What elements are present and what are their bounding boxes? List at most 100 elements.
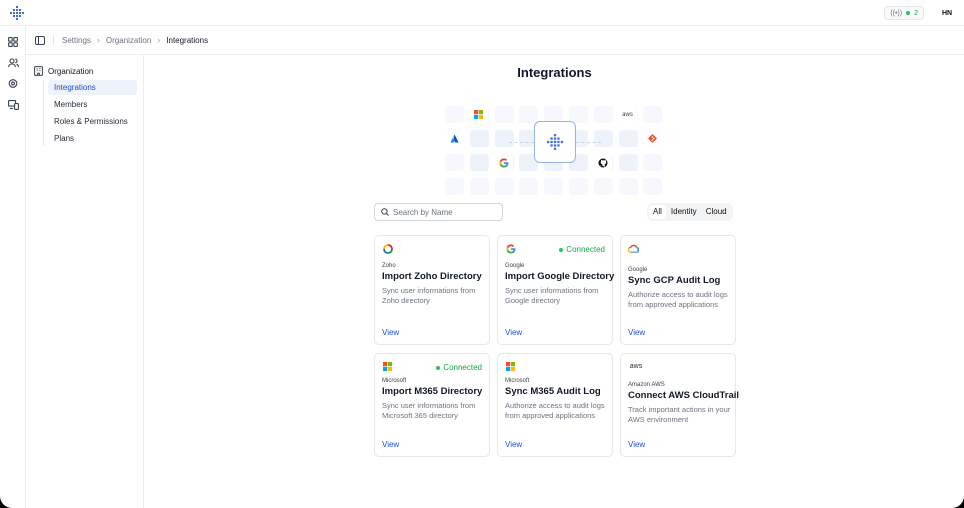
integration-card-aws-cloudtrail[interactable]: aws Amazon AWS Connect AWS CloudTrail Tr… bbox=[620, 353, 740, 457]
card-description: Authorize access to audit logs from appr… bbox=[628, 290, 728, 309]
hero-grid-tile bbox=[618, 178, 638, 195]
status-count: 2 bbox=[914, 9, 918, 17]
hero-grid-tile bbox=[593, 106, 613, 123]
card-title: Import Zoho Directory bbox=[382, 271, 482, 282]
view-link[interactable]: View bbox=[628, 440, 645, 449]
connected-label: Connected bbox=[443, 363, 482, 372]
chevron-right-icon: › bbox=[96, 35, 100, 45]
card-description: Sync user informations from Zoho directo… bbox=[382, 286, 476, 305]
integration-card-google-directory[interactable]: Connected Google Import Google Directory… bbox=[497, 235, 615, 345]
github-icon bbox=[593, 154, 612, 171]
aws-icon: aws bbox=[618, 106, 637, 123]
online-dot-icon bbox=[906, 11, 911, 15]
hero-grid-tile bbox=[593, 130, 613, 147]
hub-logo-icon bbox=[534, 121, 576, 163]
card-title: Import Google Directory bbox=[505, 271, 615, 282]
hero-grid-tile bbox=[519, 106, 539, 123]
building-icon bbox=[34, 66, 43, 76]
google-icon bbox=[494, 154, 513, 171]
connected-badge: Connected bbox=[436, 363, 482, 372]
page-title: Integrations bbox=[517, 65, 592, 80]
view-link[interactable]: View bbox=[382, 328, 399, 337]
google-icon bbox=[505, 243, 516, 254]
app-logo-icon[interactable] bbox=[10, 6, 24, 20]
filter-cloud[interactable]: Cloud bbox=[702, 205, 731, 219]
dashboard-icon[interactable] bbox=[7, 36, 19, 48]
card-title: Connect AWS CloudTrail bbox=[628, 390, 740, 401]
connected-label: Connected bbox=[566, 245, 605, 254]
view-link[interactable]: View bbox=[505, 328, 522, 337]
connector-line bbox=[576, 142, 601, 143]
search-icon bbox=[381, 208, 389, 216]
devices-icon[interactable] bbox=[7, 99, 19, 111]
sidebar-heading: Organization bbox=[34, 64, 137, 78]
card-vendor: Zoho bbox=[382, 263, 396, 269]
hero-grid-tile bbox=[643, 106, 663, 123]
connected-badge: Connected bbox=[559, 245, 605, 254]
card-title: Sync GCP Audit Log bbox=[628, 275, 721, 286]
connection-status-pill[interactable]: ((•)) 2 bbox=[884, 6, 924, 20]
view-link[interactable]: View bbox=[505, 440, 522, 449]
sidebar-item-members[interactable]: Members bbox=[48, 97, 137, 112]
app-window: ((•)) 2 HN Settings › Organization › Int… bbox=[0, 0, 964, 508]
card-title: Sync M365 Audit Log bbox=[505, 386, 601, 397]
sidebar-item-integrations[interactable]: Integrations bbox=[48, 80, 137, 95]
chevron-right-icon: › bbox=[157, 35, 161, 45]
hero-grid-tile bbox=[569, 178, 588, 195]
microsoft-icon bbox=[505, 361, 516, 372]
integration-card-m365-audit[interactable]: Microsoft Sync M365 Audit Log Authorize … bbox=[497, 353, 613, 457]
category-filter: All Identity Cloud bbox=[647, 203, 733, 221]
sidebar-list: Integrations Members Roles & Permissions… bbox=[43, 80, 137, 146]
hero-grid-tile bbox=[494, 106, 514, 123]
sidebar-item-roles-permissions[interactable]: Roles & Permissions bbox=[48, 114, 137, 129]
connected-dot-icon bbox=[559, 247, 564, 252]
sidebar-toggle-icon[interactable] bbox=[35, 35, 45, 45]
integration-card-m365-directory[interactable]: Connected Microsoft Import M365 Director… bbox=[374, 353, 490, 457]
hero-grid-tile bbox=[618, 154, 638, 171]
breadcrumb: Settings › Organization › Integrations bbox=[26, 26, 964, 55]
hero-grid-tile bbox=[494, 178, 514, 195]
hero-grid-tile bbox=[643, 154, 663, 171]
search-input[interactable] bbox=[393, 207, 493, 217]
connector-line bbox=[509, 142, 534, 143]
filter-all[interactable]: All bbox=[649, 205, 666, 219]
card-vendor: Google bbox=[628, 267, 648, 273]
icon-rail bbox=[0, 26, 26, 508]
breadcrumb-organization[interactable]: Organization bbox=[106, 36, 151, 45]
sidebar-item-plans[interactable]: Plans bbox=[48, 131, 137, 146]
integration-card-zoho[interactable]: Zoho Import Zoho Directory Sync user inf… bbox=[374, 235, 490, 345]
card-title: Import M365 Directory bbox=[382, 386, 483, 397]
hero-grid-tile bbox=[519, 178, 539, 195]
microsoft-icon bbox=[382, 361, 393, 372]
view-link[interactable]: View bbox=[382, 440, 399, 449]
user-avatar[interactable]: HN bbox=[938, 6, 956, 20]
card-description: Authorize access to audit logs from appr… bbox=[505, 401, 605, 420]
hero-grid-tile bbox=[445, 106, 464, 123]
microsoft-icon bbox=[469, 106, 488, 123]
integration-card-gcp-audit[interactable]: Google Sync GCP Audit Log Authorize acce… bbox=[620, 235, 736, 345]
connected-dot-icon bbox=[436, 365, 441, 370]
hero-grid-tile bbox=[643, 178, 663, 195]
main-content: Integrations aws Search by Name All Iden… bbox=[145, 55, 964, 508]
card-description: Sync user informations from Microsoft 36… bbox=[382, 401, 476, 420]
atlassian-icon bbox=[445, 130, 464, 147]
card-vendor: Amazon AWS bbox=[628, 382, 665, 388]
zoho-icon bbox=[382, 243, 393, 254]
top-bar: ((•)) 2 HN bbox=[0, 0, 964, 26]
breadcrumb-settings[interactable]: Settings bbox=[62, 36, 91, 45]
aws-icon: aws bbox=[629, 363, 643, 370]
hero-grid-tile bbox=[618, 130, 638, 147]
git-icon bbox=[643, 130, 662, 147]
settings-sidebar: Organization Integrations Members Roles … bbox=[26, 55, 144, 508]
filter-identity[interactable]: Identity bbox=[667, 205, 701, 219]
hero-grid-tile bbox=[593, 178, 613, 195]
search-field[interactable] bbox=[374, 203, 503, 221]
location-pin-icon[interactable] bbox=[7, 78, 19, 90]
card-vendor: Microsoft bbox=[505, 378, 530, 384]
card-vendor: Google bbox=[505, 263, 525, 269]
users-icon[interactable] bbox=[7, 57, 19, 69]
view-link[interactable]: View bbox=[628, 328, 645, 337]
hero-grid-tile bbox=[544, 178, 564, 195]
gcp-icon bbox=[628, 243, 639, 254]
hero-grid-tile bbox=[445, 154, 464, 171]
